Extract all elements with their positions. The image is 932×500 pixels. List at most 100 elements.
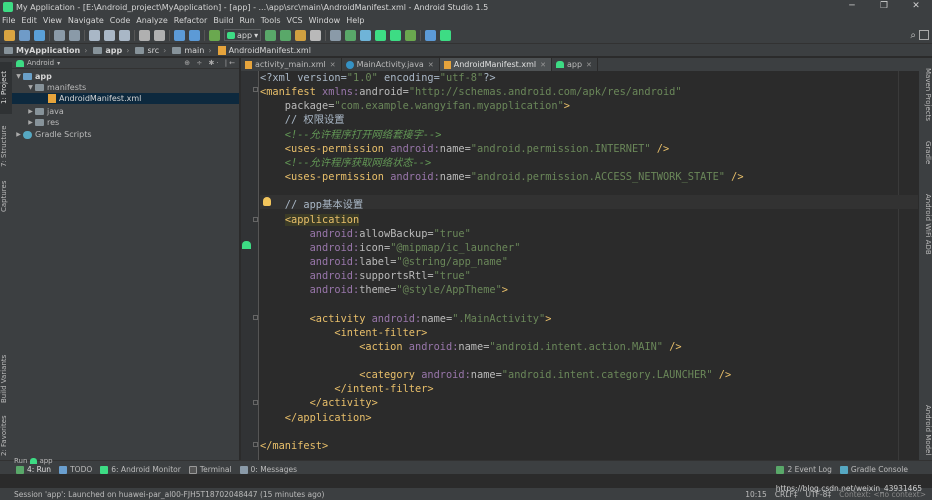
code-line[interactable]: // 权限设置 [260,113,345,127]
avd-manager-icon[interactable] [360,29,372,41]
undo-icon[interactable] [54,29,65,41]
close-button[interactable]: ✕ [900,0,932,14]
menu-run[interactable]: Run [239,16,254,25]
breadcrumb-item[interactable]: MyApplication › [4,46,87,55]
code-line[interactable]: <uses-permission android:name="android.p… [260,142,669,156]
code-line[interactable]: <?xml version="1.0" encoding="utf-8"?> [260,71,496,85]
code-line[interactable]: </intent-filter> [260,382,433,396]
breadcrumb-item[interactable]: src › [135,46,166,55]
code-line[interactable]: <intent-filter> [260,326,427,340]
project-panel-tools[interactable]: ⊕ ÷ ✱· |← [184,59,237,67]
code-line[interactable]: android:theme="@style/AppTheme"> [260,283,508,297]
expand-arrow-icon[interactable]: ▶ [26,108,35,115]
close-icon[interactable]: ✕ [586,61,592,69]
project-structure-icon[interactable] [330,29,342,41]
sync-icon[interactable] [34,29,45,41]
caret-position[interactable]: 10:15 [745,490,767,499]
fold-icon[interactable] [253,217,258,222]
fold-icon[interactable] [253,400,258,405]
tree-item-androidmanifest[interactable]: AndroidManifest.xml [12,93,239,104]
close-icon[interactable]: ✕ [330,61,336,69]
breadcrumb-item[interactable]: app › [93,46,129,55]
tab-event-log[interactable]: 2 Event Log [776,465,832,474]
tab-gradle-console[interactable]: Gradle Console [839,465,908,474]
code-line[interactable]: // app基本设置 [260,198,363,212]
run-icon[interactable] [265,29,277,41]
copy-icon[interactable] [104,29,115,41]
replace-icon[interactable] [154,29,165,41]
tab-captures[interactable]: Captures [0,178,12,214]
expand-arrow-icon[interactable]: ▼ [14,73,23,80]
fold-icon[interactable] [253,315,258,320]
tab-favorites[interactable]: 2: Favorites [0,415,12,456]
code-line[interactable]: android:supportsRtl="true" [260,269,471,283]
close-icon[interactable]: ✕ [540,61,546,69]
close-icon[interactable]: ✕ [428,61,434,69]
tab-mainactivity-java[interactable]: MainActivity.java ✕ [342,58,440,71]
redo-icon[interactable] [69,29,80,41]
tab-terminal[interactable]: Terminal [188,465,232,474]
expand-arrow-icon[interactable]: ▶ [26,119,35,126]
tree-item-app[interactable]: ▼ app [12,71,239,82]
code-line[interactable]: </application> [260,411,372,425]
menu-tools[interactable]: Tools [261,16,281,25]
breadcrumb-item[interactable]: AndroidManifest.xml [217,45,311,55]
android-app-icon[interactable] [242,241,251,249]
tab-activity-main-xml[interactable]: activity_main.xml ✕ [241,58,342,71]
menu-vcs[interactable]: VCS [287,16,303,25]
menu-code[interactable]: Code [110,16,130,25]
android-monitor-icon[interactable] [390,29,402,41]
code-line[interactable]: <action android:name="android.intent.act… [260,340,681,354]
tab-gradle[interactable]: Gradle [919,138,932,168]
code-line[interactable]: </activity> [260,396,378,410]
menu-refactor[interactable]: Refactor [174,16,208,25]
run-configuration-select[interactable]: app ▾ [224,29,262,41]
fold-icon[interactable] [253,87,258,92]
menu-help[interactable]: Help [346,16,364,25]
wifi-adb-icon[interactable] [440,29,452,41]
code-line[interactable]: package="com.example.wangyifan.myapplica… [260,99,570,113]
menu-navigate[interactable]: Navigate [68,16,104,25]
tab-android-monitor[interactable]: 6: Android Monitor [100,465,181,474]
search-everywhere-icon[interactable]: ⌕ [910,30,916,41]
project-view-selector[interactable]: Android ▾ ⊕ ÷ ✱· |← [12,58,239,69]
sdk-manager-icon[interactable] [375,29,387,41]
tab-project[interactable]: 1: Project [0,62,12,114]
tab-messages[interactable]: 0: Messages [239,465,297,474]
plugin-icon[interactable] [405,29,417,41]
tree-item-res[interactable]: ▶ res [12,117,239,128]
code-line[interactable]: <manifest xmlns:android="http://schemas.… [260,85,682,99]
minimize-button[interactable]: ─ [836,0,868,14]
code-line[interactable]: android:label="@string/app_name" [260,255,508,269]
find-icon[interactable] [139,29,150,41]
help-icon[interactable] [425,29,437,41]
menu-file[interactable]: File [2,16,15,25]
code-line[interactable]: android:icon="@mipmap/ic_launcher" [260,241,521,255]
code-line[interactable]: <!--允许程序打开网络套接字--> [260,128,442,142]
attach-debugger-icon[interactable] [295,29,307,41]
gradle-sync-icon[interactable] [345,29,357,41]
menu-build[interactable]: Build [213,16,233,25]
tab-structure[interactable]: 7: Structure [0,118,12,174]
back-icon[interactable] [174,29,185,41]
code-line[interactable]: <category android:name="android.intent.c… [260,368,731,382]
menu-window[interactable]: Window [309,16,341,25]
tab-run[interactable]: 4: Run [16,465,51,474]
layout-icon[interactable] [919,30,929,40]
expand-arrow-icon[interactable]: ▼ [26,84,35,91]
debug-icon[interactable] [280,29,292,41]
tab-android-model[interactable]: Android Model [919,402,932,458]
code-line[interactable]: <application [260,213,360,227]
open-folder-icon[interactable] [4,29,15,41]
menu-analyze[interactable]: Analyze [136,16,168,25]
stop-icon[interactable] [310,29,322,41]
tab-maven-projects[interactable]: Maven Projects [919,64,932,126]
tab-todo[interactable]: TODO [59,465,92,474]
tree-item-java[interactable]: ▶ java [12,106,239,117]
code-line[interactable]: <!--允许程序获取网络状态--> [260,156,431,170]
code-editor[interactable]: <?xml version="1.0" encoding="utf-8"?> <m… [241,71,919,460]
fold-icon[interactable] [253,442,258,447]
breadcrumb-item[interactable]: main › [172,46,212,55]
expand-arrow-icon[interactable]: ▶ [14,131,23,138]
maximize-button[interactable]: ❐ [868,0,900,14]
